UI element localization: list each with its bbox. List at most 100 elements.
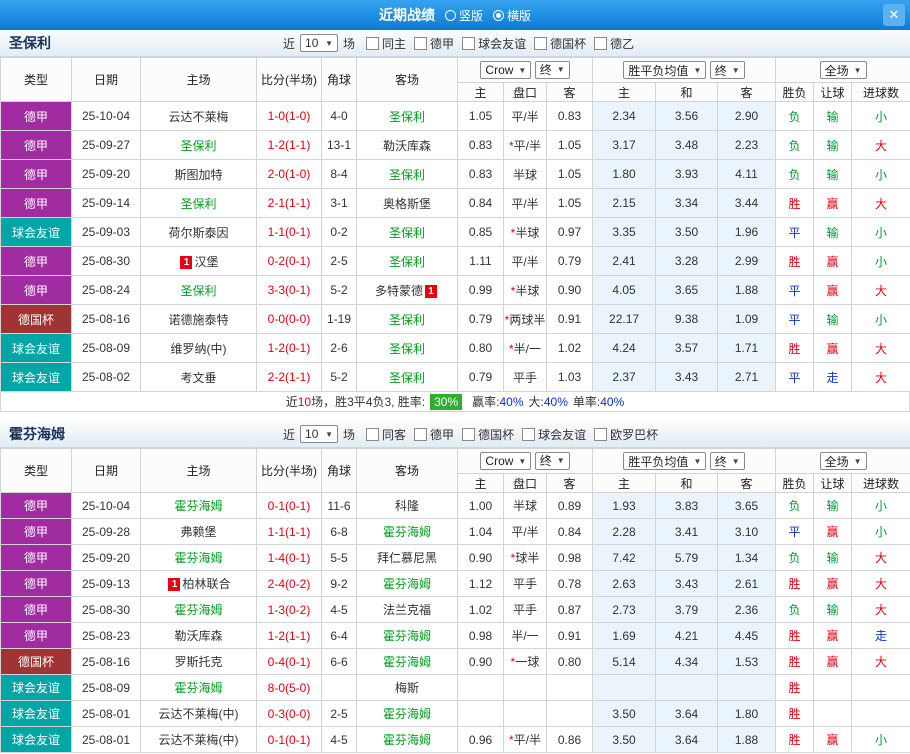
col-header-away: 客场	[356, 57, 458, 102]
view-horizontal-option[interactable]: 横版	[493, 7, 531, 24]
result-goals-cell: 大	[851, 333, 910, 363]
view-vertical-label[interactable]: 竖版	[459, 7, 483, 24]
away-team-name: 拜仁慕尼黑	[376, 551, 437, 565]
filter-checkbox-label[interactable]: 德乙	[610, 35, 634, 52]
checkbox-icon[interactable]	[462, 36, 476, 50]
sub-header-mean-away: 客	[717, 82, 777, 102]
filter-checkbox-label[interactable]: 德甲	[430, 35, 454, 52]
col-header-type: 类型	[0, 57, 72, 102]
mean-draw-cell: 4.21	[655, 622, 719, 649]
checkbox-icon[interactable]	[594, 427, 608, 441]
mean-home-cell: 5.14	[592, 648, 657, 675]
odds-away-cell: 1.02	[545, 333, 594, 363]
fullmatch-select[interactable]: 全场 ▼	[819, 452, 867, 470]
odds-stage-select[interactable]: 终 ▼	[534, 60, 570, 79]
mean-away-cell: 1.88	[717, 726, 777, 753]
games-count-select[interactable]: 10 ▼	[300, 34, 339, 52]
fullmatch-select[interactable]: 全场 ▼	[819, 61, 867, 79]
mean-away-cell: 1.88	[717, 275, 777, 305]
sub-header-odds-home: 主	[457, 473, 504, 493]
radio-icon-horizontal[interactable]	[493, 9, 504, 21]
filter-checkbox-label[interactable]: 球会友谊	[538, 426, 586, 443]
filter-checkbox-item[interactable]: 德国杯	[462, 426, 514, 443]
result-wdl-cell: 负	[775, 101, 815, 131]
checkbox-icon[interactable]	[594, 36, 608, 50]
mean-draw-cell: 3.50	[655, 217, 719, 247]
odds-away-cell: 0.83	[545, 101, 594, 131]
handicap-cell: *平/半	[503, 726, 547, 753]
league-cell: 德国杯	[0, 648, 72, 675]
checkbox-icon[interactable]	[414, 36, 428, 50]
filter-checkbox-item[interactable]: 球会友谊	[522, 426, 586, 443]
filter-checkbox-item[interactable]: 德国杯	[534, 35, 586, 52]
mean-away-cell	[717, 674, 777, 701]
away-team-name: 圣保利	[388, 312, 425, 327]
odds-home-cell: 0.99	[457, 275, 504, 305]
view-horizontal-label[interactable]: 横版	[507, 7, 531, 24]
handicap-cell: 平/半	[503, 101, 547, 131]
filter-checkbox-label[interactable]: 球会友谊	[478, 35, 526, 52]
mean-stage-select[interactable]: 终 ▼	[709, 61, 745, 79]
match-row: 德甲 25-09-13 1 柏林联合 2-4(0-2) 9-2 霍芬海姆 1.12…	[0, 570, 910, 597]
mean-odds-select[interactable]: 胜平负均值 ▼	[623, 61, 707, 79]
home-team-name: 勒沃库森	[174, 629, 223, 643]
mean-draw-cell: 3.57	[655, 333, 719, 363]
odds-home-cell: 0.79	[457, 362, 504, 392]
mean-home-cell: 22.17	[592, 304, 657, 334]
date-cell: 25-08-09	[71, 674, 141, 701]
filter-near-label: 近	[283, 427, 296, 442]
filter-checkbox-item[interactable]: 德乙	[594, 35, 634, 52]
league-cell: 德甲	[0, 130, 72, 160]
home-team-name: 维罗纳(中)	[170, 341, 227, 356]
odds-source-select[interactable]: Crow ▼	[480, 452, 532, 471]
mean-home-cell: 2.73	[592, 596, 657, 623]
result-goals-cell: 小	[851, 101, 910, 131]
filter-checkbox-label[interactable]: 欧罗巴杯	[610, 426, 658, 443]
mean-away-cell: 1.80	[717, 700, 777, 727]
match-row: 德国杯 25-08-16 罗斯托克 0-4(0-1) 6-6 霍芬海姆 0.90…	[0, 648, 910, 675]
filter-checkbox-item[interactable]: 欧罗巴杯	[594, 426, 658, 443]
checkbox-icon[interactable]	[366, 427, 380, 441]
filter-checkbox-item[interactable]: 同主	[366, 35, 406, 52]
handicap-cell	[503, 700, 547, 727]
radio-icon-vertical[interactable]	[444, 9, 456, 21]
odds-home-cell: 1.05	[457, 101, 504, 131]
date-cell: 25-09-28	[71, 518, 141, 545]
corner-cell: 2-5	[321, 246, 357, 276]
filter-checkbox-label[interactable]: 德甲	[430, 426, 454, 443]
odds-away-cell: 0.91	[545, 622, 594, 649]
home-team-name: 考文垂	[180, 370, 217, 385]
handicap-cell: *一球	[503, 648, 547, 675]
odds-stage-select[interactable]: 终 ▼	[534, 451, 570, 470]
checkbox-icon[interactable]	[414, 427, 428, 441]
home-red-card-badge: 1	[168, 578, 181, 592]
filter-checkbox-item[interactable]: 德甲	[414, 35, 454, 52]
filter-checkbox-label[interactable]: 德国杯	[550, 35, 586, 52]
filter-checkbox-item[interactable]: 同客	[366, 426, 406, 443]
sub-header-handicap: 盘口	[503, 473, 547, 493]
checkbox-icon[interactable]	[534, 36, 548, 50]
checkbox-icon[interactable]	[462, 427, 476, 441]
filter-checkbox-label[interactable]: 德国杯	[478, 426, 514, 443]
filter-checkbox-item[interactable]: 德甲	[414, 426, 454, 443]
mean-draw-cell: 3.28	[655, 246, 719, 276]
sub-header-handicap: 盘口	[503, 82, 547, 102]
close-icon[interactable]: ✕	[883, 4, 905, 26]
view-vertical-option[interactable]: 竖版	[444, 7, 483, 24]
filter-checkbox-item[interactable]: 球会友谊	[462, 35, 526, 52]
games-count-select[interactable]: 10 ▼	[300, 425, 339, 443]
away-team-name: 梅斯	[394, 681, 419, 695]
mean-odds-select[interactable]: 胜平负均值 ▼	[623, 452, 707, 470]
filter-checkbox-label[interactable]: 同主	[382, 35, 406, 52]
checkbox-icon[interactable]	[522, 427, 536, 441]
col-header-date: 日期	[71, 57, 141, 102]
summary-stat-value: 40%	[543, 395, 568, 409]
date-cell: 25-09-20	[71, 159, 141, 189]
away-team-name: 勒沃库森	[382, 138, 431, 153]
checkbox-icon[interactable]	[366, 36, 380, 50]
odds-source-select[interactable]: Crow ▼	[480, 61, 532, 80]
mean-stage-select[interactable]: 终 ▼	[709, 452, 745, 470]
away-cell: 圣保利	[356, 101, 458, 131]
filter-checkbox-label[interactable]: 同客	[382, 426, 406, 443]
result-wdl-cell: 胜	[775, 622, 815, 649]
